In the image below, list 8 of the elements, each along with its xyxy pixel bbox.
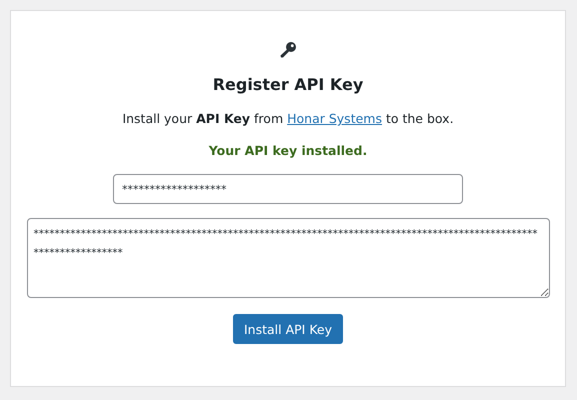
dialog-title: Register API Key	[212, 75, 364, 94]
api-key-field[interactable]: *******************	[113, 174, 463, 204]
status-message: Your API key installed.	[208, 143, 368, 158]
instruction-text: Install your API Key from Honar Systems to the box.	[122, 111, 454, 126]
key-icon	[279, 41, 297, 59]
install-button[interactable]: Install API Key	[232, 314, 343, 344]
api-key-textarea[interactable]: ************************************************************************************************ *****************	[26, 218, 550, 298]
honar-link[interactable]: Honar Systems	[287, 111, 382, 126]
